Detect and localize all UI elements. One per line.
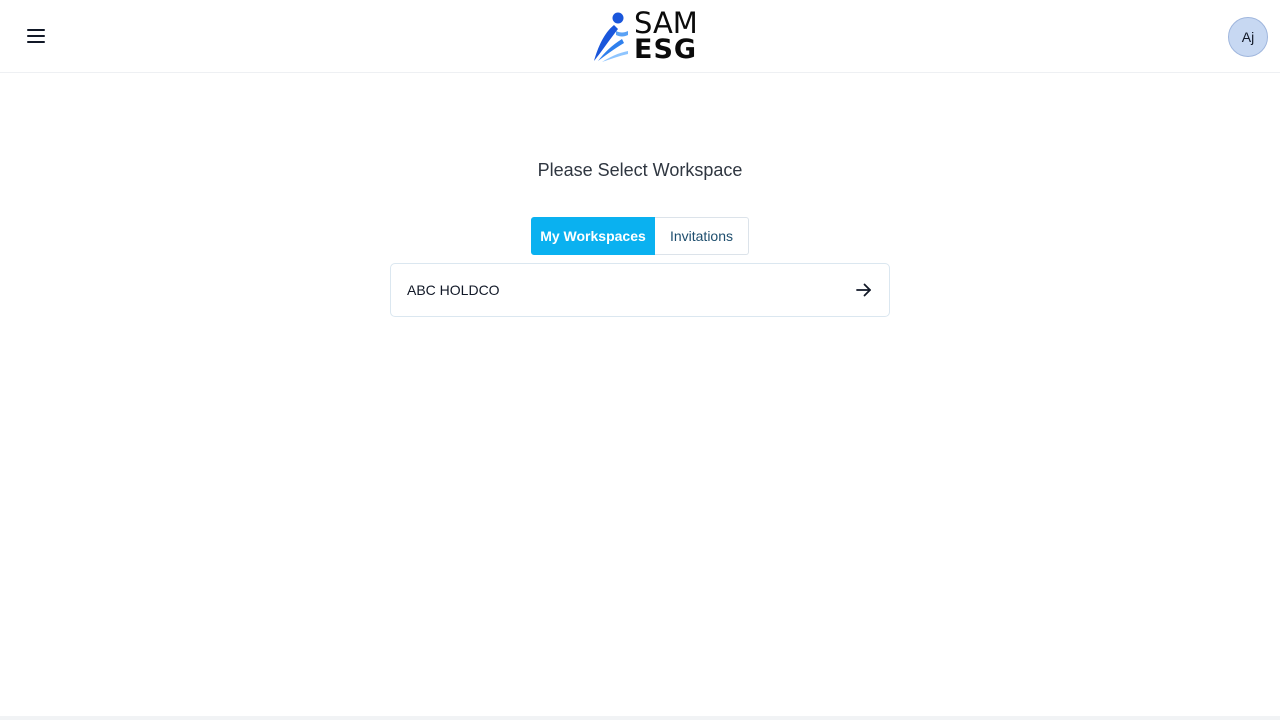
menu-line: [27, 41, 45, 43]
menu-line: [27, 29, 45, 31]
top-header: SAM ESG Aj: [0, 0, 1280, 73]
logo-mark-icon: [594, 12, 628, 62]
user-avatar[interactable]: Aj: [1228, 17, 1268, 57]
sam-esg-logo[interactable]: SAM ESG: [592, 8, 720, 64]
hamburger-menu-icon[interactable]: [18, 18, 54, 54]
tab-invitations[interactable]: Invitations: [655, 217, 749, 255]
bottom-divider: [0, 716, 1280, 720]
menu-line: [27, 35, 45, 37]
page-title: Please Select Workspace: [537, 160, 743, 180]
workspace-name: ABC HOLDCO: [407, 282, 500, 298]
workspace-tabs: My Workspaces Invitations: [531, 217, 749, 255]
workspace-item[interactable]: ABC HOLDCO: [390, 263, 890, 317]
logo-line-esg: ESG: [634, 34, 698, 65]
logo-wordmark: SAM ESG: [634, 6, 698, 65]
tab-my-workspaces[interactable]: My Workspaces: [531, 217, 655, 255]
arrow-right-icon[interactable]: [855, 281, 873, 299]
logo-line-sam: SAM: [634, 6, 698, 40]
